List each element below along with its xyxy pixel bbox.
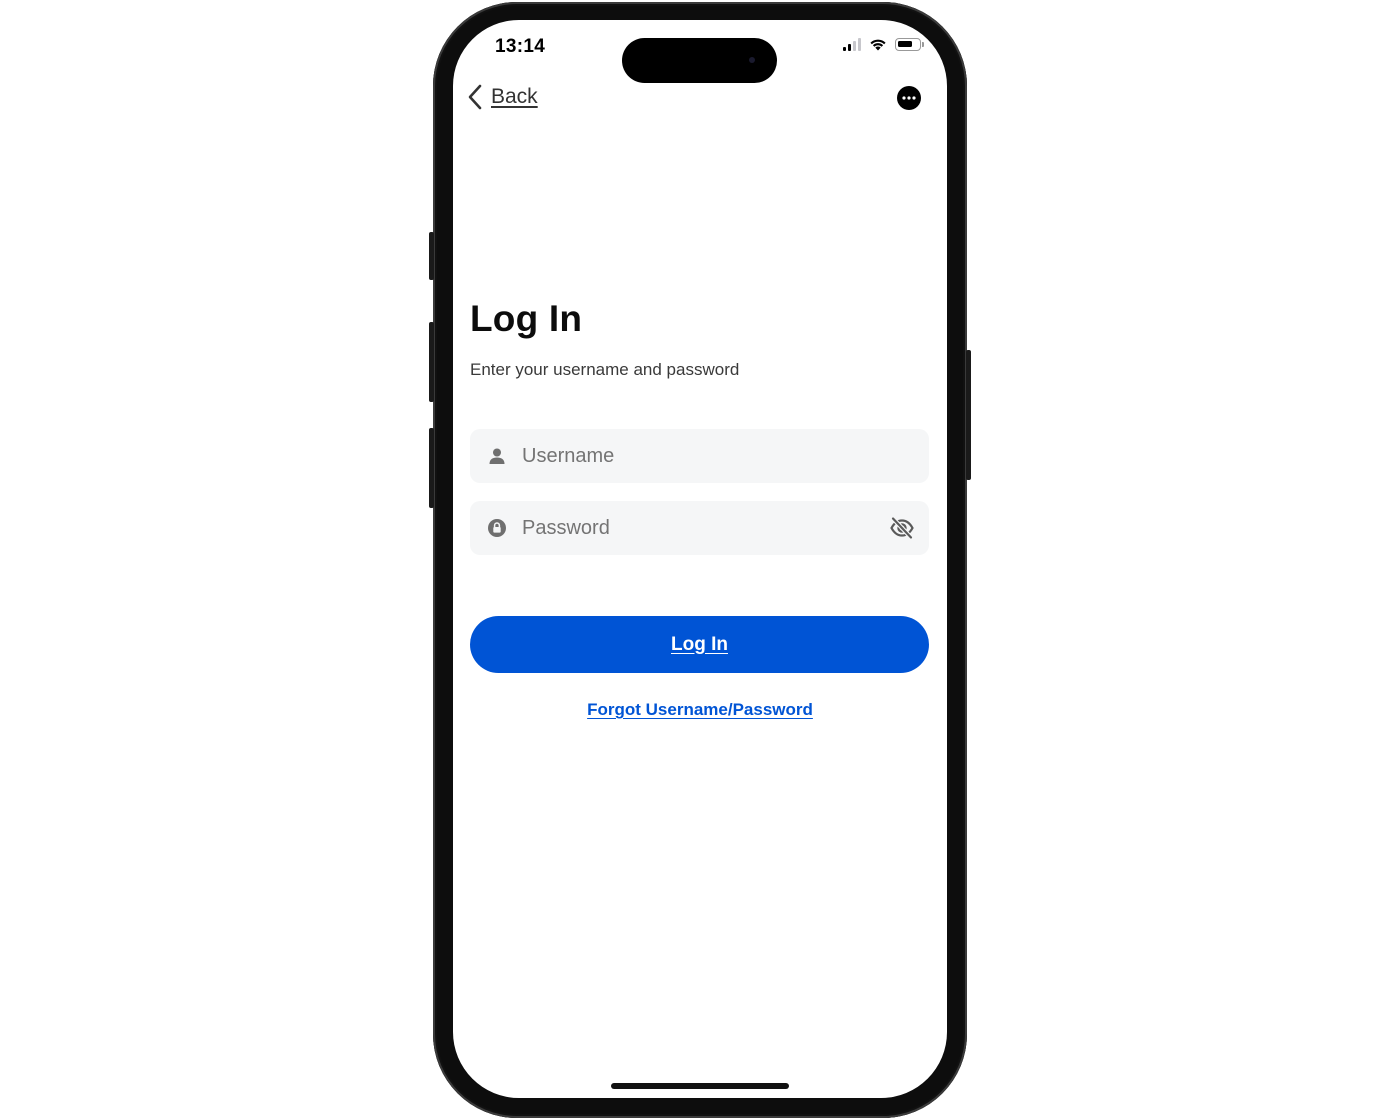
username-input[interactable]	[522, 429, 862, 483]
home-indicator[interactable]	[611, 1083, 789, 1089]
action-button	[429, 232, 434, 280]
lock-icon	[488, 519, 506, 537]
back-label: Back	[491, 85, 538, 108]
more-options-button[interactable]	[897, 86, 921, 110]
user-icon	[489, 448, 505, 464]
volume-up-button	[429, 322, 434, 402]
status-time: 13:14	[495, 36, 546, 57]
page-title: Log In	[470, 298, 583, 339]
dynamic-island	[622, 38, 777, 83]
page-subtitle: Enter your username and password	[470, 360, 740, 379]
signal-icon	[843, 38, 861, 51]
camera-dot	[749, 57, 755, 63]
chevron-left-icon	[468, 84, 482, 110]
back-button[interactable]: Back	[467, 84, 538, 110]
battery-icon	[895, 38, 924, 51]
battery-level	[898, 41, 913, 47]
phone-screen: 13:14 Back Log In Enter your username an	[453, 20, 947, 1098]
username-field[interactable]	[470, 429, 929, 483]
wifi-icon	[870, 39, 886, 51]
more-horizontal-icon	[902, 96, 916, 100]
password-field[interactable]	[470, 501, 929, 555]
login-button[interactable]: Log In	[470, 616, 929, 673]
eye-off-icon[interactable]	[889, 515, 915, 541]
password-input[interactable]	[522, 501, 862, 555]
status-icons	[843, 38, 924, 51]
forgot-credentials-link[interactable]: Forgot Username/Password	[453, 700, 947, 720]
volume-down-button	[429, 428, 434, 508]
power-button	[966, 350, 971, 480]
